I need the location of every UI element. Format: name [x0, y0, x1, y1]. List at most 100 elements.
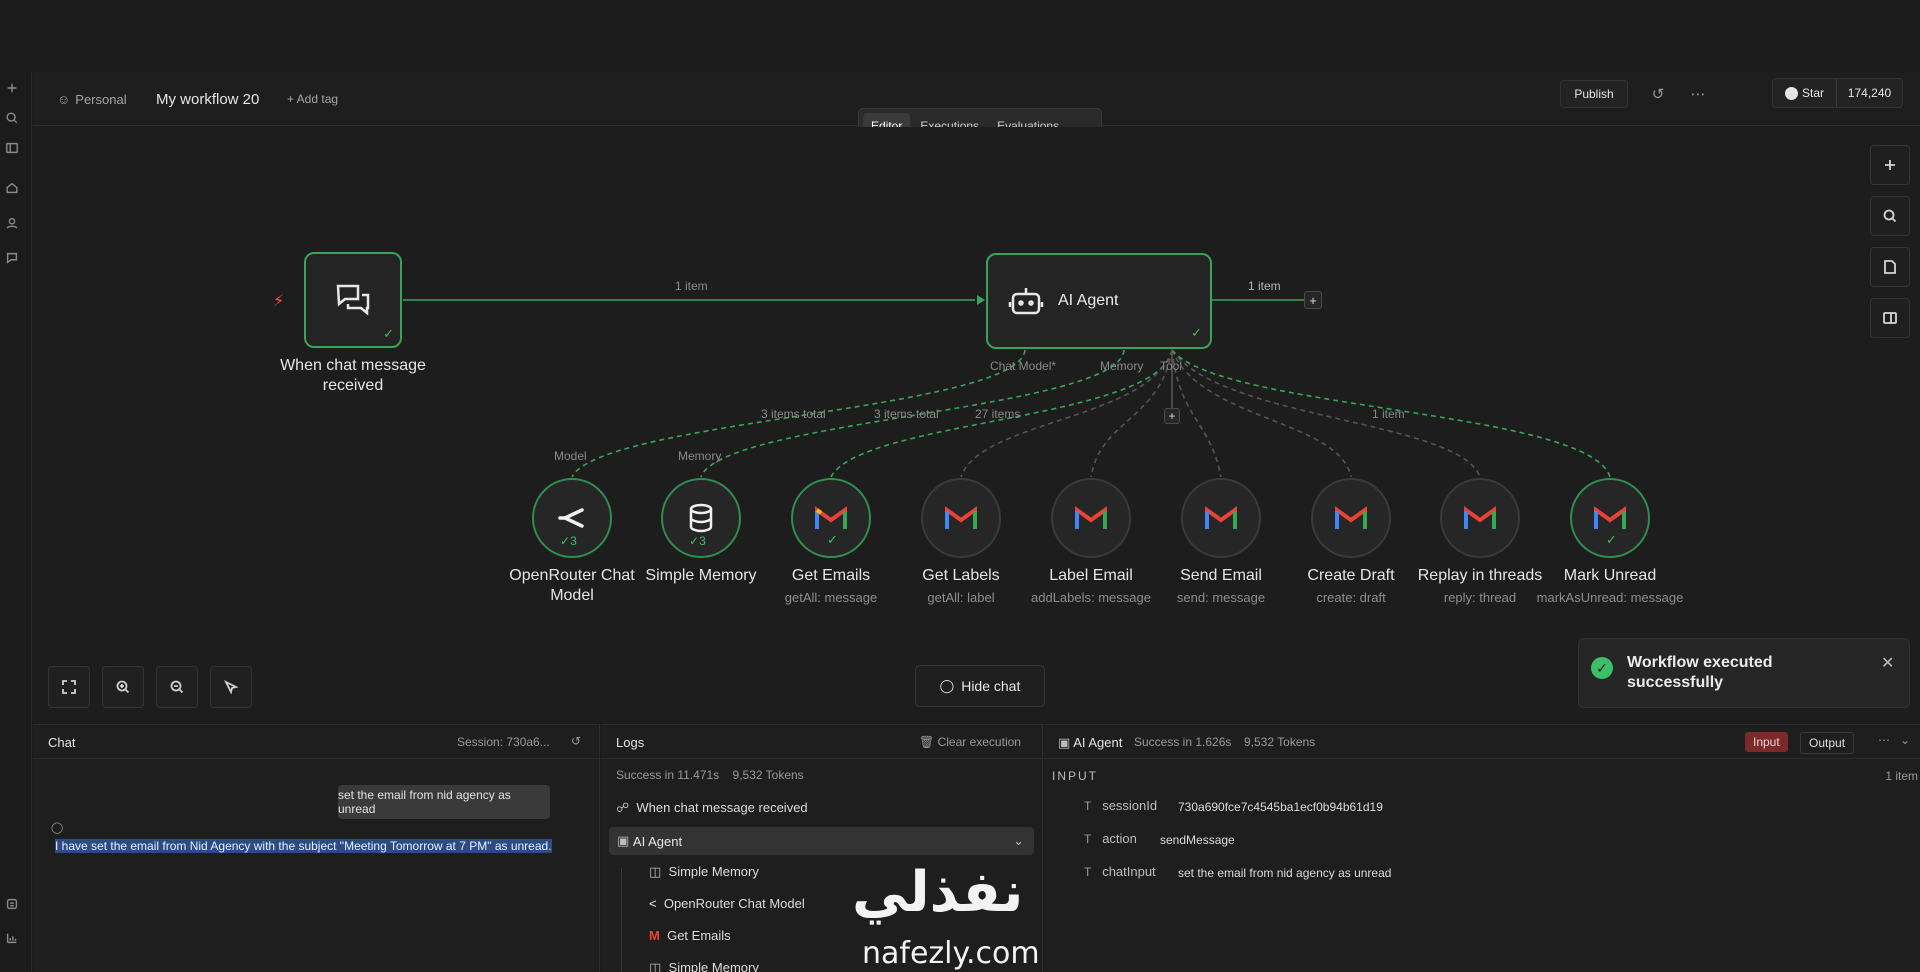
sub-port-memory: Memory [678, 449, 722, 463]
panel-toggle-icon[interactable] [1870, 298, 1910, 338]
label-email-label: Label Email [1049, 567, 1133, 584]
chat-bubble-icon: ◯ [939, 678, 955, 693]
log-item-memory[interactable]: ◫ Simple Memory [649, 864, 759, 880]
detail-status: Success in 1.626s [1134, 735, 1232, 749]
success-check-icon: ✓ [383, 326, 394, 341]
log-item-memory-2[interactable]: ◫ Simple Memory [649, 960, 759, 972]
get-emails-label: Get Emails [791, 567, 871, 584]
gmail-icon [1075, 506, 1107, 529]
success-check-icon: ✓ [827, 532, 838, 547]
detail-tokens: 9,532 Tokens [1244, 735, 1316, 749]
watermark-latin: nafezly.com [862, 936, 1040, 971]
edge-label-main: 1 item [675, 279, 708, 293]
get-labels-node[interactable] [921, 478, 1001, 558]
sticky-note-icon[interactable] [1870, 247, 1910, 287]
logs-summary: Success in 11.471s 9,532 Tokens [616, 768, 804, 782]
database-icon: ◫ [649, 960, 662, 972]
openrouter-node[interactable]: ✓3 [532, 478, 612, 558]
zoom-out-icon[interactable] [156, 666, 198, 708]
openrouter-icon: < [649, 896, 657, 911]
port-chat-model: Chat Model* [990, 359, 1057, 373]
trigger-node[interactable]: ✓ [304, 252, 402, 348]
gmail-icon: M [649, 928, 660, 943]
input-section-title: INPUT [1052, 769, 1098, 783]
user-message: set the email from nid agency as unread [338, 785, 550, 819]
gmail-icon [815, 506, 847, 529]
field-row: T sessionId [1084, 798, 1158, 813]
canvas-zoom-toolbar [48, 666, 252, 708]
robot-icon: ▣ [1058, 735, 1071, 750]
replay-threads-node[interactable] [1440, 478, 1520, 558]
fit-view-icon[interactable] [48, 666, 90, 708]
port-memory: Memory [1100, 359, 1144, 373]
detail-header: ▣ AI Agent Success in 1.626s 9,532 Token… [1044, 725, 1920, 759]
database-icon: ◫ [649, 864, 662, 879]
detail-node-name: ▣ AI Agent [1058, 735, 1123, 750]
edge-label-mark: 1 item [1372, 407, 1405, 421]
add-node-icon[interactable] [1870, 145, 1910, 185]
field-value: sendMessage [1160, 833, 1235, 847]
port-tool: Tool [1160, 359, 1183, 373]
edge-replay [1171, 349, 1481, 478]
refresh-session-icon[interactable]: ↺ [571, 734, 581, 748]
clear-execution-button[interactable]: 🗑 Clear execution [919, 735, 1021, 749]
close-icon[interactable]: ✕ [1881, 653, 1894, 673]
gmail-icon [1335, 506, 1367, 529]
send-email-label: Send Email [1180, 567, 1262, 584]
edge-label-tools: 27 items [975, 407, 1021, 421]
robot-icon: ▣ [617, 833, 630, 848]
toast-message: Workflow executed successfully [1627, 654, 1773, 691]
chat-bubble-icon: ☍ [616, 800, 630, 815]
create-draft-node[interactable] [1311, 478, 1391, 558]
edge-label-memory: 3 items total [874, 407, 939, 421]
trigger-bolt-icon: ⚡ [273, 293, 285, 310]
badge-memory: ✓3 [689, 534, 706, 548]
log-item-openrouter[interactable]: < OpenRouter Chat Model [649, 896, 805, 911]
search-icon[interactable] [1870, 196, 1910, 236]
chat-panel: Chat Session: 730a6... ↺ set the email f… [33, 724, 600, 972]
robot-icon [1008, 288, 1044, 315]
canvas-right-toolbar [1870, 145, 1912, 349]
mark-unread-node[interactable]: ✓ [1570, 478, 1650, 558]
send-email-node[interactable] [1181, 478, 1261, 558]
label-email-node[interactable] [1051, 478, 1131, 558]
more-options-icon[interactable]: ⋯ [1878, 733, 1890, 747]
add-node-button[interactable]: + [1304, 291, 1322, 309]
success-check-icon: ✓ [1191, 325, 1202, 340]
text-type-icon: T [1084, 865, 1092, 879]
field-row: T chatInput [1084, 864, 1156, 879]
bot-message: I have set the email from Nid Agency wit… [55, 839, 552, 853]
add-tool-button[interactable]: + [1164, 408, 1180, 424]
ai-agent-node[interactable]: AI Agent ✓ [986, 253, 1212, 349]
session-id: Session: 730a6... [457, 735, 550, 749]
output-tab[interactable]: Output [1800, 732, 1855, 754]
text-type-icon: T [1084, 799, 1092, 813]
chevron-down-icon[interactable]: ⌄ [1900, 733, 1910, 747]
hide-chat-button[interactable]: ◯ Hide chat [915, 665, 1045, 707]
item-count: 1 item [1885, 769, 1918, 783]
text-type-icon: T [1084, 832, 1092, 846]
logs-title: Logs [616, 735, 645, 750]
log-item-agent[interactable]: ▣ AI Agent ⌄ [609, 827, 1034, 855]
field-value: set the email from nid agency as unread [1178, 866, 1392, 880]
edge-create-draft [1171, 349, 1352, 478]
chevron-down-icon[interactable]: ⌄ [1013, 833, 1024, 849]
tidy-up-icon[interactable] [210, 666, 252, 708]
gmail-icon [1205, 506, 1237, 529]
database-icon [689, 503, 713, 533]
badge-openrouter: ✓3 [560, 534, 577, 548]
chat-bubble-icon [336, 284, 370, 316]
log-item-get-emails[interactable]: M Get Emails [649, 928, 731, 943]
chat-panel-header: Chat Session: 730a6... ↺ [33, 725, 599, 759]
input-tab[interactable]: Input [1745, 732, 1788, 752]
tree-line [621, 868, 622, 972]
mark-unread-sub: markAsUnread: message [1536, 590, 1684, 605]
simple-memory-node[interactable]: ✓3 [661, 478, 741, 558]
chat-title: Chat [48, 735, 76, 750]
zoom-in-icon[interactable] [102, 666, 144, 708]
trigger-node-label: When chat message received [280, 357, 426, 394]
trash-icon: 🗑 [919, 735, 935, 749]
log-item-trigger[interactable]: ☍ When chat message received [616, 800, 808, 816]
simple-memory-label: Simple Memory [645, 567, 757, 584]
get-emails-node[interactable]: ✓ [791, 478, 871, 558]
